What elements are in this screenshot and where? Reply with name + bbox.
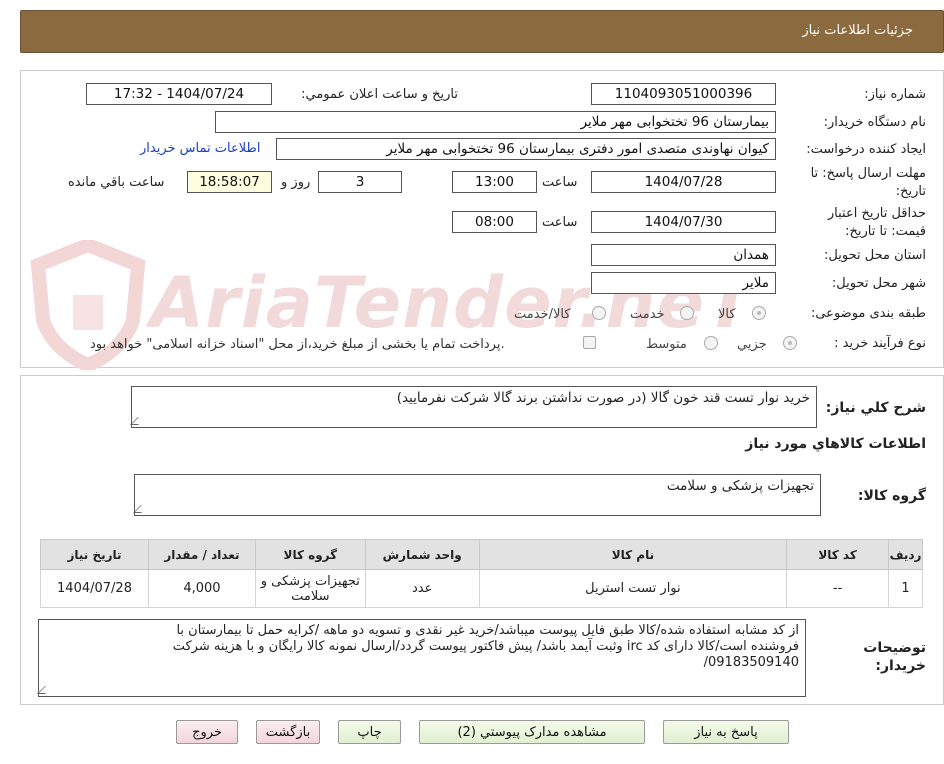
table-header-row: ردیف کد کالا نام کالا واحد شمارش گروه کا…	[40, 539, 923, 570]
remaining-time-field: 18:58:07	[187, 171, 272, 193]
cell-quantity: 4,000	[148, 569, 256, 608]
deadline-date-field: 1404/07/28	[591, 171, 776, 193]
province-label: استان محل تحويل:	[824, 248, 926, 263]
validity-time-field: 08:00	[452, 211, 537, 233]
validity-time-label: ساعت	[542, 215, 578, 230]
summary-text: خرید نوار تست قند خون گالا (در صورت نداش…	[396, 390, 810, 406]
deadline-label: مهلت ارسال پاسخ: تا	[810, 166, 926, 181]
validity-label: حداقل تاريخ اعتبار	[827, 206, 926, 221]
category-goods-radio[interactable]	[752, 306, 766, 320]
requester-label: ايجاد كننده درخواست:	[806, 142, 926, 157]
category-service-label: خدمت	[630, 307, 665, 322]
category-goods-service-radio[interactable]	[592, 306, 606, 320]
days-label: روز و	[281, 175, 311, 190]
resize-handle-icon[interactable]	[133, 505, 149, 513]
col-header-need-date: تاریخ نیاز	[40, 539, 149, 570]
buyer-contact-link[interactable]: اطلاعات تماس خريدار	[140, 141, 260, 156]
cell-unit: عدد	[364, 569, 480, 608]
announce-date-label: تاریخ و ساعت اعلان عمومي:	[301, 87, 458, 102]
remaining-time-label: ساعت باقي مانده	[68, 175, 165, 190]
col-header-unit: واحد شمارش	[364, 539, 480, 570]
col-header-row-number: ردیف	[888, 539, 923, 570]
items-table: ردیف کد کالا نام کالا واحد شمارش گروه کا…	[40, 539, 923, 608]
page-header: جزئیات اطلاعات نیاز	[20, 10, 944, 53]
category-label: طبقه بندی موضوعی:	[810, 306, 926, 321]
deadline-time-label: ساعت	[542, 175, 578, 190]
col-header-quantity: تعداد / مقدار	[148, 539, 256, 570]
cell-item-name: نوار تست استریل	[478, 569, 788, 608]
page-title: جزئیات اطلاعات نیاز	[802, 23, 913, 38]
cell-row-number: 1	[888, 569, 923, 608]
validity-label-2: قيمت: تا تاريخ:	[845, 224, 926, 239]
view-attachments-button[interactable]: مشاهده مدارک پیوستي (2)	[419, 720, 645, 744]
buyer-org-label: نام دستگاه خريدار:	[823, 115, 926, 130]
buyer-notes-line: فروشنده است/کالا دارای کد irc وثبت آیمد …	[172, 639, 799, 654]
buyer-notes-textarea: از کد مشابه استفاده شده/کالا طبق فایل پی…	[37, 619, 806, 697]
exit-button[interactable]: خروج	[176, 720, 238, 744]
process-minor-radio[interactable]	[783, 336, 797, 350]
buyer-org-field: بیمارستان 96 تختخوابی مهر ملایر	[215, 111, 776, 133]
goods-group-label: گروه كالا:	[857, 488, 926, 504]
goods-section-title: اطلاعات كالاهاي مورد نياز	[745, 436, 926, 452]
summary-label: شرح كلي نياز:	[825, 400, 926, 416]
cell-need-date: 1404/07/28	[40, 569, 149, 608]
process-medium-radio[interactable]	[704, 336, 718, 350]
process-medium-label: متوسط	[646, 337, 687, 352]
print-button[interactable]: چاپ	[338, 720, 401, 744]
reply-button[interactable]: پاسخ به نياز	[663, 720, 789, 744]
buyer-notes-label-2: خريدار:	[875, 658, 926, 674]
process-minor-label: جزيي	[737, 337, 767, 352]
category-service-radio[interactable]	[680, 306, 694, 320]
province-field: همدان	[591, 244, 776, 266]
back-button[interactable]: بازگشت	[256, 720, 320, 744]
buyer-notes-label: توضیحات	[863, 640, 926, 656]
city-field: ملایر	[591, 272, 776, 294]
goods-group-textarea: تجهیزات پزشکی و سلامت	[133, 474, 821, 516]
need-number-field: 1104093051000396	[591, 83, 776, 105]
category-goods-service-label: کالا/خدمت	[514, 307, 571, 322]
resize-handle-icon[interactable]	[37, 686, 53, 694]
buyer-notes-line: از کد مشابه استفاده شده/کالا طبق فایل پی…	[176, 623, 799, 638]
col-header-item-name: نام کالا	[478, 539, 788, 570]
treasury-payment-checkbox[interactable]	[583, 336, 596, 349]
summary-textarea: خرید نوار تست قند خون گالا (در صورت نداش…	[130, 386, 817, 428]
category-goods-label: کالا	[718, 307, 736, 322]
col-header-item-code: کد کالا	[786, 539, 890, 570]
city-label: شهر محل تحويل:	[831, 276, 926, 291]
deadline-time-field: 13:00	[452, 171, 537, 193]
goods-group-text: تجهیزات پزشکی و سلامت	[666, 478, 814, 494]
days-field: 3	[318, 171, 402, 193]
deadline-label-2: تاریخ:	[895, 184, 926, 199]
resize-handle-icon[interactable]	[130, 417, 146, 425]
cell-item-code: --	[786, 569, 890, 608]
requester-field: کیوان نهاوندی متصدی امور دفتری بیمارستان…	[276, 138, 776, 160]
treasury-payment-note: پرداخت تمام يا بخشی از مبلغ خريد،از محل …	[90, 337, 505, 352]
cell-item-group: تجهیزات پزشکی و سلامت	[254, 569, 366, 608]
validity-date-field: 1404/07/30	[591, 211, 776, 233]
buyer-notes-line: 09183509140/	[703, 655, 799, 670]
process-type-label: نوع فرآيند خريد :	[834, 336, 926, 351]
need-number-label: شماره نیاز:	[864, 87, 926, 102]
table-row: 1 -- نوار تست استریل عدد تجهیزات پزشکی و…	[40, 569, 923, 608]
col-header-item-group: گروه کالا	[254, 539, 366, 570]
announce-date-field: 1404/07/24 - 17:32	[86, 83, 272, 105]
